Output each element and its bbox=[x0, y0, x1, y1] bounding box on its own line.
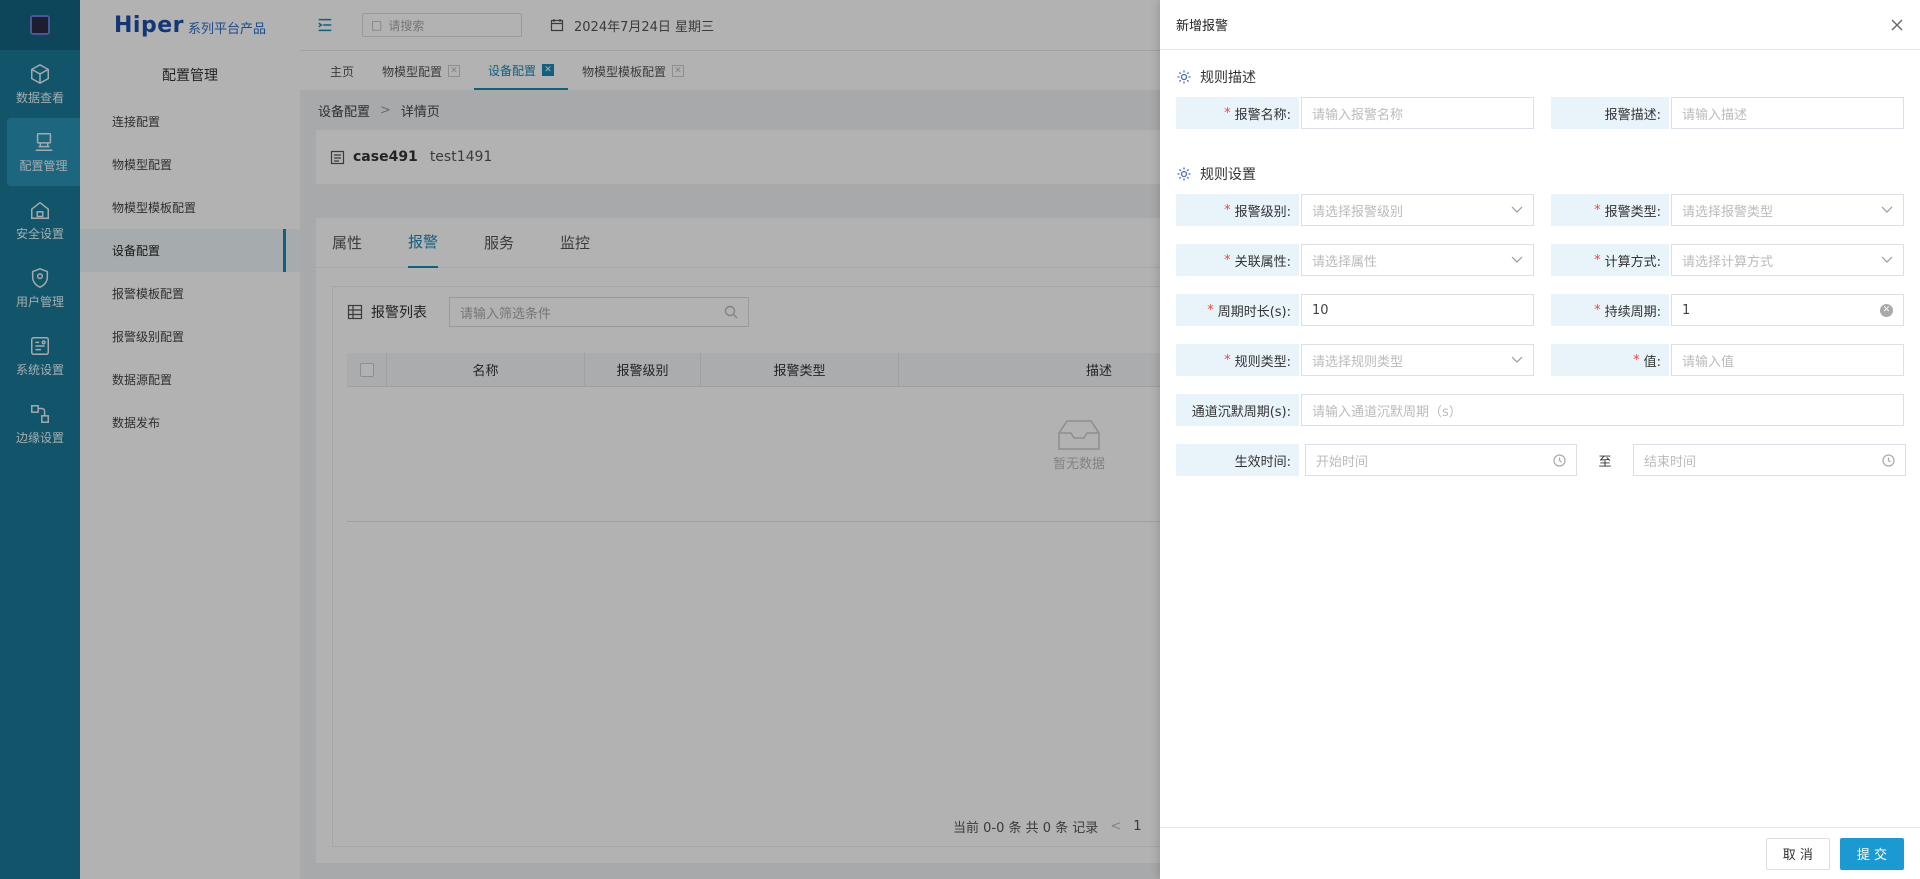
value-label: * 值: bbox=[1551, 344, 1669, 376]
section-rule-settings: 规则设置 bbox=[1160, 161, 1256, 187]
duration-label: * 持续周期: bbox=[1551, 294, 1669, 326]
row-attr-calc: * 关联属性: 请选择属性 * 计算方式: 请选择计算方式 bbox=[1176, 244, 1904, 276]
chevron-down-icon bbox=[1881, 256, 1893, 263]
alarm-desc-input[interactable]: 请输入描述 bbox=[1671, 97, 1904, 129]
silence-label: 通道沉默周期(s): bbox=[1176, 394, 1299, 426]
period-label: * 周期时长(s): bbox=[1176, 294, 1299, 326]
calc-mode-select[interactable]: 请选择计算方式 bbox=[1671, 244, 1904, 276]
gear-icon bbox=[1177, 70, 1191, 84]
linked-attr-select[interactable]: 请选择属性 bbox=[1301, 244, 1534, 276]
linked-attr-label: * 关联属性: bbox=[1176, 244, 1299, 276]
drawer-header: 新增报警 bbox=[1160, 0, 1920, 50]
row-effective-time: 生效时间: 开始时间 至 结束时间 bbox=[1176, 444, 1906, 476]
close-icon[interactable] bbox=[1890, 18, 1904, 32]
drawer-title: 新增报警 bbox=[1176, 19, 1229, 34]
section-rule-desc: 规则描述 bbox=[1160, 64, 1256, 90]
start-time-input[interactable]: 开始时间 bbox=[1305, 444, 1577, 476]
section-title: 规则设置 bbox=[1200, 167, 1256, 183]
section-title: 规则描述 bbox=[1200, 70, 1256, 86]
chevron-down-icon bbox=[1511, 356, 1523, 363]
value-input[interactable]: 请输入值 bbox=[1671, 344, 1904, 376]
cancel-button[interactable]: 取 消 bbox=[1765, 837, 1830, 870]
rule-type-select[interactable]: 请选择规则类型 bbox=[1301, 344, 1534, 376]
alarm-type-label: * 报警类型: bbox=[1551, 194, 1669, 226]
range-separator: 至 bbox=[1598, 454, 1612, 470]
end-time-input[interactable]: 结束时间 bbox=[1633, 444, 1906, 476]
row-ruletype-value: * 规则类型: 请选择规则类型 * 值: 请输入值 bbox=[1176, 344, 1904, 376]
duration-input[interactable]: 1 ✕ bbox=[1671, 294, 1904, 326]
submit-button[interactable]: 提 交 bbox=[1839, 837, 1904, 870]
row-period-duration: * 周期时长(s): 10 * 持续周期: 1 ✕ bbox=[1176, 294, 1904, 326]
period-input[interactable]: 10 bbox=[1301, 294, 1534, 326]
row-silence: 通道沉默周期(s): 请输入通道沉默周期（s） bbox=[1176, 394, 1904, 426]
alarm-desc-label: 报警描述: bbox=[1551, 97, 1669, 129]
clear-icon[interactable]: ✕ bbox=[1880, 303, 1893, 317]
chevron-down-icon bbox=[1511, 206, 1523, 213]
alarm-level-label: * 报警级别: bbox=[1176, 194, 1299, 226]
effective-label: 生效时间: bbox=[1176, 444, 1299, 476]
drawer-footer: 取 消 提 交 bbox=[1160, 827, 1920, 879]
chevron-down-icon bbox=[1881, 206, 1893, 213]
modal-overlay[interactable] bbox=[0, 0, 1160, 879]
alarm-name-label: * 报警名称: bbox=[1176, 97, 1299, 129]
chevron-down-icon bbox=[1511, 256, 1523, 263]
alarm-name-input[interactable]: 请输入报警名称 bbox=[1301, 97, 1534, 129]
rule-type-label: * 规则类型: bbox=[1176, 344, 1299, 376]
calc-mode-label: * 计算方式: bbox=[1551, 244, 1669, 276]
row-name-desc: * 报警名称: 请输入报警名称 报警描述: 请输入描述 bbox=[1176, 97, 1904, 129]
alarm-level-select[interactable]: 请选择报警级别 bbox=[1301, 194, 1534, 226]
clock-icon bbox=[1553, 453, 1566, 467]
add-alarm-drawer: 新增报警 规则描述 * 报警名称: 请输入报警名称 报警描述: 请输入描述 规则设… bbox=[1160, 0, 1920, 879]
alarm-type-select[interactable]: 请选择报警类型 bbox=[1671, 194, 1904, 226]
silence-input[interactable]: 请输入通道沉默周期（s） bbox=[1301, 394, 1904, 426]
row-level-type: * 报警级别: 请选择报警级别 * 报警类型: 请选择报警类型 bbox=[1176, 194, 1904, 226]
clock-icon bbox=[1882, 453, 1895, 467]
gear-icon bbox=[1177, 167, 1191, 181]
